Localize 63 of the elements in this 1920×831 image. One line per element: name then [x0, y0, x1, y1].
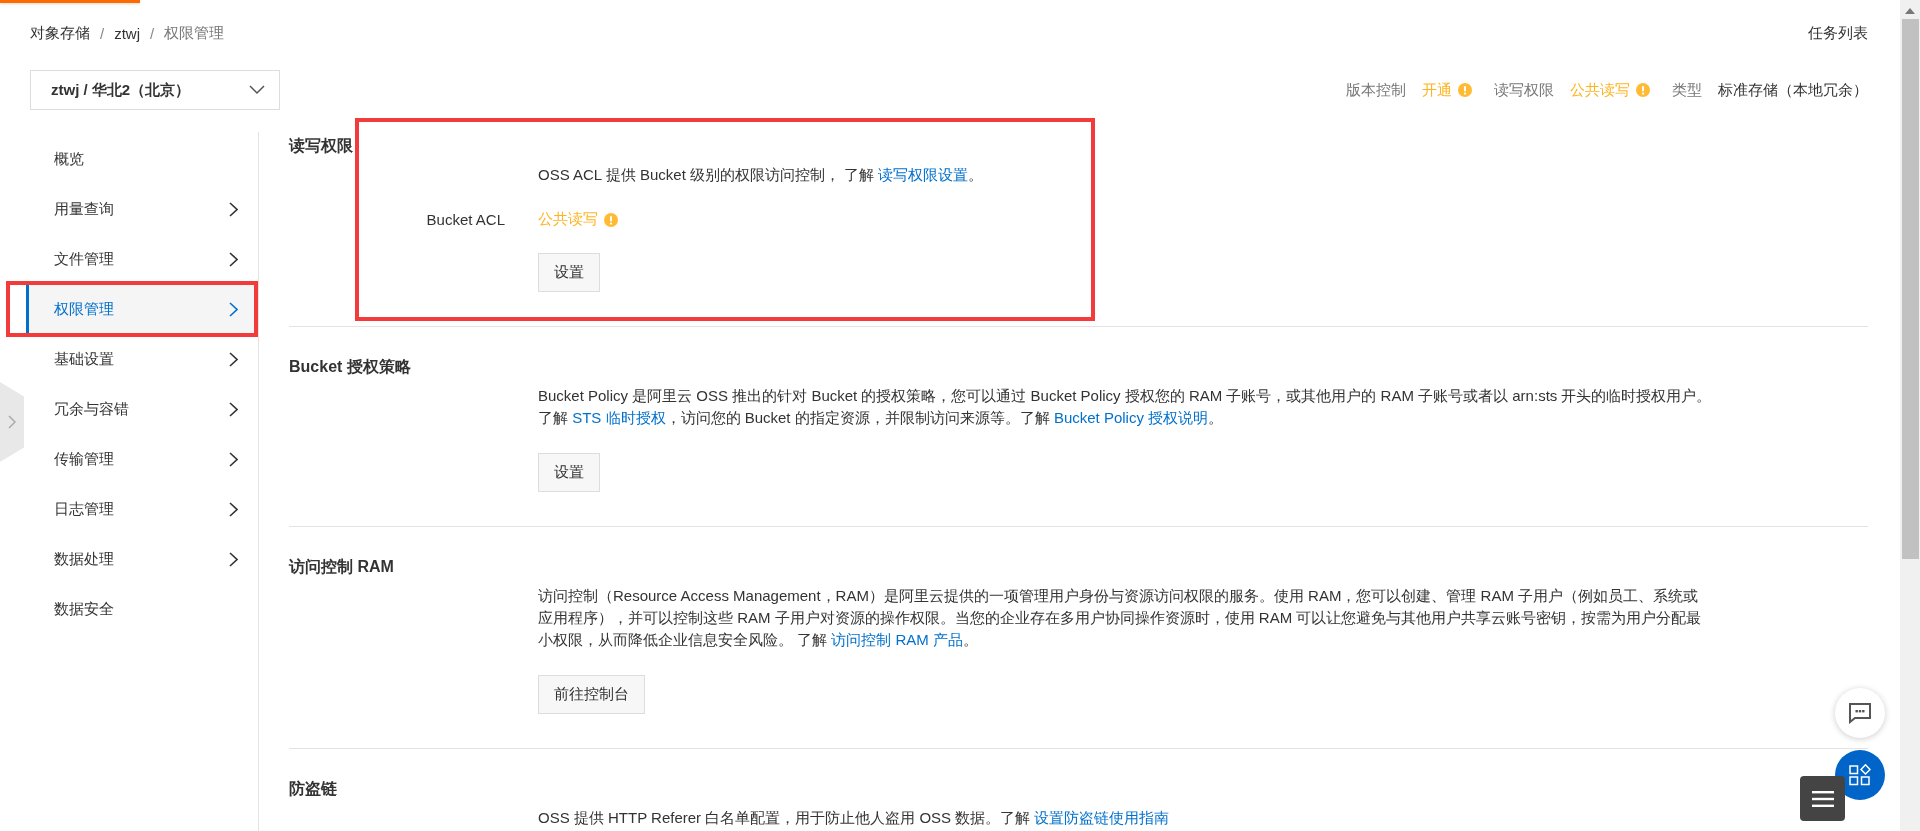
doc-link[interactable]: 访问控制 RAM 产品: [831, 631, 963, 648]
field-label: Bucket ACL: [425, 211, 506, 228]
chevron-icon: [229, 501, 238, 517]
chevron-icon: [229, 201, 238, 217]
info-label: 类型: [1672, 80, 1702, 100]
field-value: 公共读写: [538, 210, 598, 229]
doc-link[interactable]: 读写权限设置: [878, 166, 969, 183]
section-title: Bucket 授权策略: [289, 357, 411, 377]
scrollbar-thumb[interactable]: [1901, 19, 1919, 559]
chevron-icon: [229, 451, 238, 467]
breadcrumb-link[interactable]: 权限管理: [164, 23, 225, 43]
info-value: 标准存储（本地冗余）: [1718, 80, 1868, 100]
breadcrumb-separator: /: [150, 24, 155, 42]
section-description: OSS 提供 HTTP Referer 白名单配置，用于防止他人盗用 OSS 数据。了解 设置防盗链使用指南: [538, 808, 1171, 828]
doc-link[interactable]: Bucket Policy 授权说明: [1053, 409, 1209, 426]
scroll-up-icon: [1905, 8, 1915, 14]
info-label: 版本控制: [1346, 80, 1406, 100]
chevron-icon: [8, 415, 16, 429]
sidebar-item[interactable]: 冗余与容错: [26, 384, 254, 434]
chat-icon: [1848, 702, 1872, 724]
apps-button[interactable]: [1835, 750, 1885, 800]
info-label: 读写权限: [1494, 80, 1554, 100]
sidebar-item[interactable]: 数据安全: [26, 584, 254, 634]
sidebar-item[interactable]: 用量查询: [26, 184, 254, 234]
section-title: 读写权限: [289, 136, 353, 156]
chevron-icon: [229, 351, 238, 367]
info-value: 公共读写: [1570, 80, 1630, 100]
doc-link[interactable]: STS 临时授权: [572, 409, 666, 426]
sidebar-item[interactable]: 基础设置: [26, 334, 254, 384]
caret-icon: [249, 85, 265, 95]
section-description: Bucket Policy 是阿里云 OSS 推出的针对 Bucket 的授权策略，您可以通过 Bucket Policy 授权您的 RAM 子账号，或其他用户的 RAM 子账号或者以 arn:sts 开头的临时授权用户。了解 STS 临时授权，访问您的 Bucket 的指定资源，并限制访问来源等。了解 Bucket Policy 授权说明。: [538, 386, 1713, 428]
chevron-icon: [229, 551, 238, 567]
menu-icon: [1811, 790, 1834, 807]
warning-icon: [604, 212, 618, 227]
sidebar-item[interactable]: 概览: [26, 134, 254, 184]
sidebar-item[interactable]: 数据处理: [26, 534, 254, 584]
section-button[interactable]: 前往控制台: [538, 675, 645, 714]
sidebar-item[interactable]: 日志管理: [26, 484, 254, 534]
breadcrumb-link[interactable]: ztwj: [114, 24, 140, 42]
scrollbar[interactable]: [1900, 0, 1920, 831]
breadcrumb-link[interactable]: 对象存储: [30, 23, 90, 43]
section-button[interactable]: 设置: [538, 253, 600, 292]
sidebar-item[interactable]: 权限管理: [26, 284, 254, 334]
chevron-icon: [229, 251, 238, 267]
section-description: OSS ACL 提供 Bucket 级别的权限访问控制， 了解 读写权限设置。: [538, 165, 985, 185]
warning-icon: [1636, 83, 1650, 97]
warning-icon: [1458, 83, 1472, 97]
doc-link[interactable]: 设置防盗链使用指南: [1034, 809, 1170, 826]
chevron-icon: [229, 401, 238, 417]
task-list-link[interactable]: 任务列表: [1808, 23, 1868, 43]
section-button[interactable]: 设置: [538, 453, 600, 492]
bucket-selector[interactable]: ztwj / 华北2（北京）: [30, 70, 280, 110]
info-value: 开通: [1422, 80, 1452, 100]
apps-icon: [1849, 764, 1871, 786]
sidebar-item[interactable]: 传输管理: [26, 434, 254, 484]
chevron-icon: [229, 301, 238, 317]
section-description: 访问控制（Resource Access Management，RAM）是阿里云提供的一项管理用户身份与资源访问权限的服务。使用 RAM，您可以创建、管理 RAM 子用户（例如员工、系统或应用程序），并可以控制这些 RAM 子用户对资源的操作权限。当您的企业存在多用户协同操作资源时，使用 RAM 可以让您避免与其他用户共享云账号密钥，按需为用户分配最小权限，从而降低企业信息安全风险。 了解 访问控制 RAM 产品。: [538, 586, 1703, 650]
sidebar-item[interactable]: 文件管理: [26, 234, 254, 284]
section-title: 防盗链: [289, 779, 337, 799]
section-title: 访问控制 RAM: [289, 557, 394, 577]
breadcrumb-separator: /: [100, 24, 105, 42]
chat-button[interactable]: [1835, 688, 1885, 738]
menu-button[interactable]: [1800, 776, 1845, 821]
